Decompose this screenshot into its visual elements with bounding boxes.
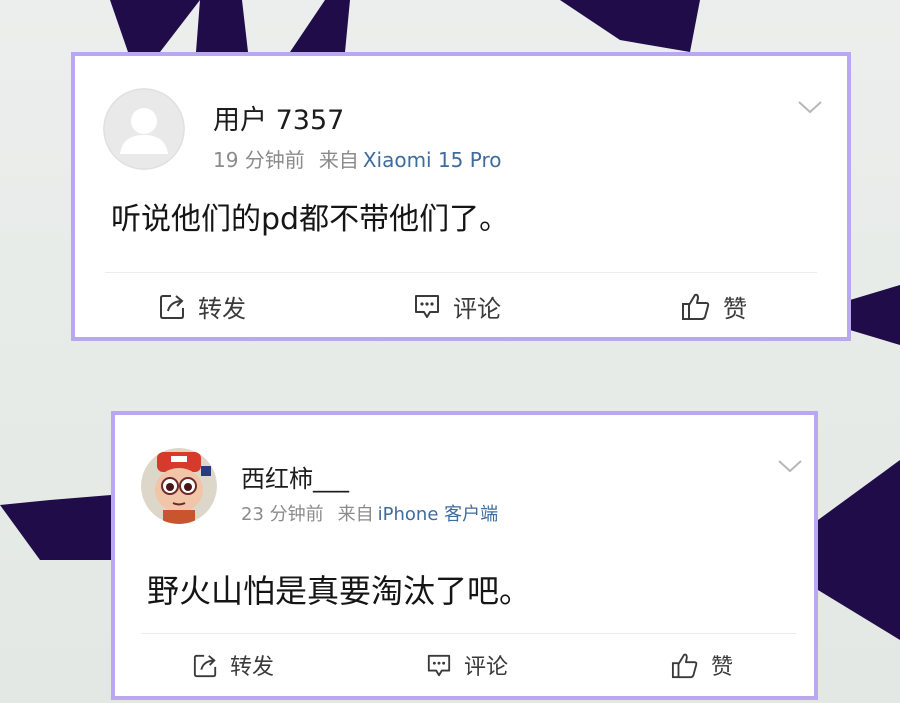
comment-label: 评论 [464, 655, 509, 680]
repost-icon [160, 295, 184, 319]
from-label: 来自 [337, 504, 374, 525]
username[interactable]: 用户 7357 [213, 98, 344, 137]
bg-shape [818, 460, 900, 640]
avatar[interactable] [103, 88, 185, 170]
avatar[interactable] [141, 448, 217, 524]
default-avatar-icon [103, 88, 185, 170]
repost-button[interactable]: 转发 [159, 289, 246, 324]
repost-icon [193, 654, 217, 677]
like-label: 赞 [711, 655, 734, 680]
divider [105, 272, 817, 273]
post-card[interactable]: 西红柿___ 23 分钟前 来自 iPhone 客户端 野火山怕是真要淘汰了吧。 转… [111, 411, 818, 700]
like-button[interactable]: 赞 [671, 649, 733, 681]
bg-shape [196, 0, 248, 52]
post-content[interactable]: 听说他们的pd都不带他们了。 [111, 194, 509, 238]
like-label: 赞 [723, 295, 747, 323]
comment-button[interactable]: 评论 [413, 289, 501, 324]
thumbs-up-icon [671, 653, 698, 678]
thumbs-up-icon [682, 293, 710, 320]
chevron-down-icon[interactable] [777, 459, 803, 473]
repost-label: 转发 [198, 295, 246, 323]
divider [141, 633, 796, 634]
comment-button[interactable]: 评论 [426, 649, 508, 681]
bg-shape [110, 0, 200, 52]
post-source[interactable]: Xiaomi 15 Pro [363, 148, 502, 172]
post-source[interactable]: iPhone 客户端 [378, 504, 498, 525]
username[interactable]: 西红柿___ [241, 459, 349, 494]
repost-label: 转发 [230, 655, 275, 680]
bg-shape [850, 285, 900, 345]
from-label: 来自 [318, 148, 359, 172]
cartoon-avatar-icon [141, 448, 217, 524]
repost-button[interactable]: 转发 [193, 649, 274, 681]
like-button[interactable]: 赞 [681, 289, 747, 324]
comment-label: 评论 [453, 295, 501, 323]
comment-icon [427, 654, 451, 676]
post-meta: 19 分钟前 来自 Xiaomi 15 Pro [213, 144, 502, 173]
bg-shape [290, 0, 350, 52]
chevron-down-icon[interactable] [797, 100, 823, 114]
bg-shape [0, 495, 111, 560]
post-card[interactable]: 用户 7357 19 分钟前 来自 Xiaomi 15 Pro 听说他们的pd都不带… [71, 52, 851, 341]
post-content[interactable]: 野火山怕是真要淘汰了吧。 [147, 566, 531, 612]
post-meta: 23 分钟前 来自 iPhone 客户端 [241, 500, 498, 526]
post-time: 19 分钟前 [213, 148, 305, 172]
post-time: 23 分钟前 [241, 504, 324, 525]
comment-icon [415, 295, 439, 318]
bg-shape [560, 0, 700, 52]
